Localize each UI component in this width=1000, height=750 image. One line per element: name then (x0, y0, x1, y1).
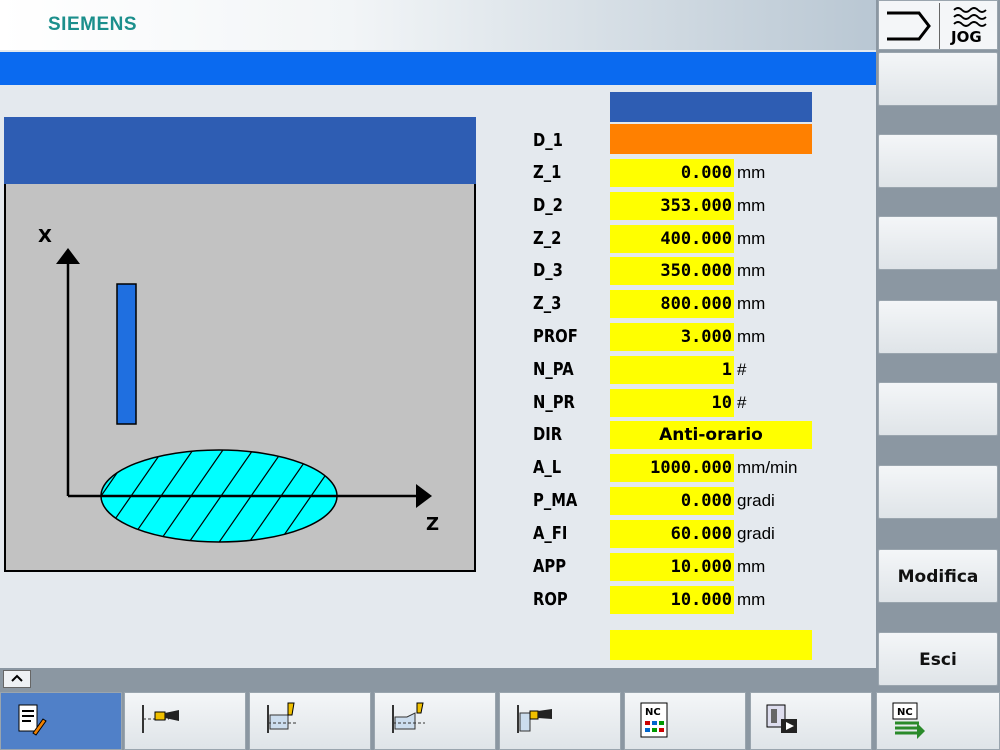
edit-icon (18, 704, 47, 736)
info-field (610, 630, 812, 660)
param-input-z3[interactable]: 800.000 (610, 290, 734, 318)
param-input-al[interactable]: 1000.000 (610, 454, 734, 482)
param-label-pma: P_MA (533, 490, 578, 511)
param-label-app: APP (533, 556, 567, 577)
z-axis-label: Z (426, 514, 439, 535)
contour-turning-button[interactable] (374, 692, 496, 750)
modify-button[interactable]: Modifica (878, 549, 998, 603)
nc-program-label: NC (645, 707, 661, 718)
param-label-z2: Z_2 (533, 228, 562, 249)
milling-icon (517, 705, 552, 733)
param-input-z1[interactable]: 0.000 (610, 159, 734, 187)
siemens-logo: SIEMENS (48, 14, 138, 35)
param-unit-z1: mm (737, 163, 766, 182)
param-unit-al: mm/min (737, 458, 798, 477)
exit-button[interactable]: Esci (878, 632, 998, 686)
param-label-al: A_L (533, 457, 562, 478)
param-label-npa: N_PA (533, 359, 574, 380)
param-label-z3: Z_3 (533, 293, 562, 314)
accept-nc-icon: NC (892, 702, 925, 739)
title-bar (0, 52, 876, 85)
softkey-2[interactable] (878, 134, 998, 188)
param-label-prof: PROF (533, 326, 578, 347)
milling-button[interactable] (499, 692, 621, 750)
x-axis-label: X (38, 226, 52, 247)
mode-label: JOG (951, 28, 982, 46)
drilling-icon (142, 705, 179, 733)
param-label-afi: A_FI (533, 523, 568, 544)
param-label-rop: ROP (533, 589, 568, 610)
softkey-1[interactable] (878, 52, 998, 106)
param-input-z2[interactable]: 400.000 (610, 225, 734, 253)
divider (939, 3, 940, 49)
nc-program-icon: NC (640, 702, 668, 738)
param-unit-d3: mm (737, 261, 766, 280)
drilling-button[interactable] (124, 692, 246, 750)
param-input-prof[interactable]: 3.000 (610, 323, 734, 351)
accept-nc-label: NC (897, 707, 913, 718)
tool-rect (116, 283, 137, 425)
param-label-z1: Z_1 (533, 162, 562, 183)
expand-button[interactable] (3, 670, 31, 688)
softkey-5[interactable] (878, 382, 998, 436)
param-input-d2[interactable]: 353.000 (610, 192, 734, 220)
mode-status: JOG (878, 0, 998, 50)
z-axis-arrow (416, 484, 432, 508)
param-select-dir[interactable]: Anti-orario (610, 421, 812, 449)
edit-button[interactable] (0, 692, 122, 750)
bottom-strip (0, 668, 876, 690)
param-unit-afi: gradi (737, 524, 775, 543)
param-input-d3[interactable]: 350.000 (610, 257, 734, 285)
param-unit-pma: gradi (737, 491, 775, 510)
chevron-up-icon (11, 674, 23, 682)
param-label-d2: D_2 (533, 195, 563, 216)
diagram-header (4, 117, 476, 184)
param-unit-z2: mm (737, 229, 766, 248)
d1-input-active[interactable] (610, 124, 812, 154)
param-input-npr[interactable]: 10 (610, 389, 734, 417)
accept-to-nc-button[interactable]: NC (876, 692, 1000, 750)
cycle-name-field (610, 92, 812, 122)
param-input-pma[interactable]: 0.000 (610, 487, 734, 515)
param-label-npr: N_PR (533, 392, 575, 413)
param-unit-z3: mm (737, 294, 766, 313)
simulation-icon (766, 704, 797, 733)
param-input-npa[interactable]: 1 (610, 356, 734, 384)
param-label-d3: D_3 (533, 260, 563, 281)
contour-turning-icon (392, 702, 425, 733)
param-unit-prof: mm (737, 327, 766, 346)
softkey-6[interactable] (878, 465, 998, 519)
param-unit-app: mm (737, 557, 766, 576)
nc-program-button[interactable]: NC (624, 692, 746, 750)
param-unit-d2: mm (737, 196, 766, 215)
jog-wave-icon (953, 7, 987, 27)
param-label-d1: D_1 (533, 130, 563, 151)
turning-icon (267, 702, 298, 733)
param-unit-rop: mm (737, 590, 766, 609)
simulation-button[interactable] (750, 692, 872, 750)
turning-button[interactable] (249, 692, 371, 750)
channel-icon (887, 11, 931, 41)
param-input-app[interactable]: 10.000 (610, 553, 734, 581)
diagram-graphic: X Z (38, 226, 439, 543)
param-input-rop[interactable]: 10.000 (610, 586, 734, 614)
softkey-4[interactable] (878, 300, 998, 354)
param-unit-npr: # (737, 393, 747, 412)
param-input-afi[interactable]: 60.000 (610, 520, 734, 548)
param-unit-npa: # (737, 360, 747, 379)
param-label-dir: DIR (533, 424, 563, 445)
x-axis-arrow (56, 248, 80, 264)
softkey-3[interactable] (878, 216, 998, 270)
